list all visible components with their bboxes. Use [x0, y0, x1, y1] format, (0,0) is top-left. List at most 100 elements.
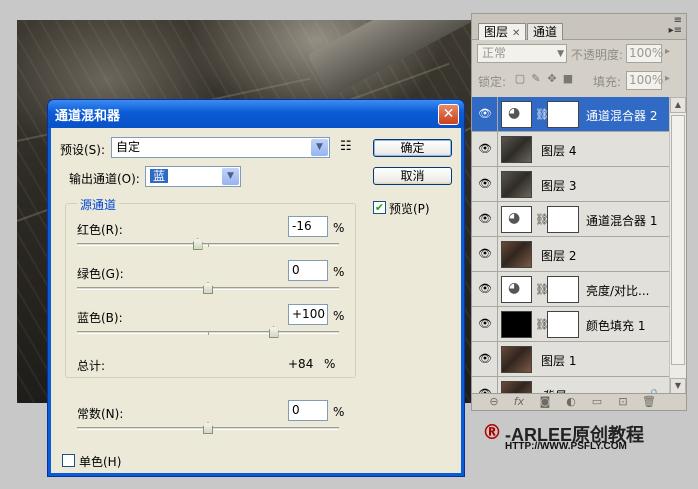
output-channel-select[interactable]: 蓝 ▼	[145, 166, 241, 187]
layer-row[interactable]: 👁 图层 1	[472, 342, 669, 377]
chevron-down-icon: ▼	[311, 139, 328, 156]
adjustment-layer-icon[interactable]: ◕	[501, 206, 532, 233]
fill-arrow-icon[interactable]: ▸	[665, 73, 670, 84]
constant-slider-thumb[interactable]	[203, 422, 213, 434]
scroll-down-icon[interactable]: ▼	[670, 378, 686, 394]
tab-layers[interactable]: 图层 ✕	[478, 23, 527, 40]
panel-menu-icon[interactable]: ≡ ▸≡	[669, 16, 682, 36]
watermark-logo: ®	[482, 420, 502, 444]
layer-row[interactable]: 👁 图层 4	[472, 132, 669, 167]
new-layer-icon[interactable]: ⊡	[616, 395, 630, 408]
layer-name: 亮度/对比...	[586, 284, 650, 298]
fx-icon[interactable]: fx	[512, 395, 526, 408]
opacity-arrow-icon[interactable]: ▸	[665, 46, 670, 57]
eye-icon[interactable]: 👁	[475, 210, 495, 228]
blue-input[interactable]: +100	[288, 304, 328, 325]
layer-row[interactable]: 👁背景🔒	[472, 377, 669, 394]
layer-mask-thumbnail[interactable]	[547, 276, 579, 303]
constant-percent: %	[333, 405, 345, 419]
eye-icon[interactable]: 👁	[475, 175, 495, 193]
tab-channels[interactable]: 通道	[527, 23, 564, 40]
layer-row[interactable]: 👁 ⛓ 颜色填充 1	[472, 307, 669, 342]
adjustment-layer-icon[interactable]: ◕	[501, 101, 532, 128]
preset-select[interactable]: 自定 ▼	[111, 137, 330, 158]
eye-icon[interactable]: 👁	[475, 315, 495, 333]
layer-row[interactable]: 👁 ◕ ⛓ 通道混合器 2	[472, 97, 669, 132]
eye-icon[interactable]: 👁	[475, 105, 495, 123]
green-input[interactable]: 0	[288, 260, 328, 281]
layer-row[interactable]: 👁 ◕ ⛓ 通道混合器 1	[472, 202, 669, 237]
ok-button[interactable]: 确定	[373, 139, 452, 157]
scroll-up-icon[interactable]: ▲	[670, 97, 686, 113]
layer-divider	[497, 272, 498, 307]
link-layers-icon[interactable]: ⊖	[487, 395, 501, 408]
layer-divider	[497, 307, 498, 342]
red-input[interactable]: -16	[288, 216, 328, 237]
layers-list: 👁 ◕ ⛓ 通道混合器 2 👁 图层 4 👁 图层 3 👁 ◕ ⛓ 通道混合器 1 👁 图层 2 👁 ◕ ⛓ 亮度…	[472, 97, 669, 394]
eye-icon[interactable]: 👁	[475, 350, 495, 368]
monochrome-label: 单色(H)	[79, 455, 122, 469]
opacity-input[interactable]: 100%	[626, 44, 664, 63]
close-button[interactable]: ✕	[438, 104, 459, 125]
preset-options-icon[interactable]: ☷	[340, 139, 352, 154]
layers-scrollbar[interactable]: ▲ ▼	[669, 97, 686, 394]
adjustment-layer-icon[interactable]: ◐	[564, 395, 578, 408]
layer-thumbnail[interactable]	[501, 346, 532, 373]
layer-name: 通道混合器 1	[586, 214, 658, 228]
lock-label: 锁定:	[478, 75, 507, 89]
adjustment-layer-icon[interactable]: ◕	[501, 276, 532, 303]
output-channel-value: 蓝	[150, 169, 169, 183]
lock-all-icon[interactable]: ■	[562, 73, 574, 85]
add-mask-icon[interactable]: ◙	[538, 395, 552, 408]
opacity-value: 100%	[629, 46, 664, 60]
layer-mask-thumbnail[interactable]	[547, 311, 579, 338]
layer-mask-thumbnail[interactable]	[547, 101, 579, 128]
lock-transparency-icon[interactable]: ▢	[514, 73, 526, 85]
lock-pixels-icon[interactable]: ✎	[530, 73, 542, 85]
fill-layer-thumbnail[interactable]	[501, 311, 532, 338]
layer-mask-thumbnail[interactable]	[547, 206, 579, 233]
panel-tabs: 图层 ✕ 通道 ≡ ▸≡	[472, 14, 686, 40]
close-icon[interactable]: ✕	[512, 28, 520, 39]
preview-checkbox[interactable]: ✔	[373, 201, 386, 214]
layer-name: 通道混合器 2	[586, 109, 658, 123]
tab-channels-label: 通道	[533, 25, 558, 39]
new-group-icon[interactable]: ▭	[590, 395, 604, 408]
layer-thumbnail[interactable]	[501, 171, 532, 198]
monochrome-checkbox[interactable]	[62, 454, 75, 467]
layer-name: 图层 2	[541, 249, 577, 263]
eye-icon[interactable]: 👁	[475, 245, 495, 263]
layer-divider	[497, 377, 498, 394]
opacity-label: 不透明度:	[571, 48, 624, 62]
layer-name: 颜色填充 1	[586, 319, 646, 333]
layer-row[interactable]: 👁 ◕ ⛓ 亮度/对比...	[472, 272, 669, 307]
layer-row[interactable]: 👁 图层 3	[472, 167, 669, 202]
total-percent: %	[324, 357, 336, 371]
constant-input[interactable]: 0	[288, 400, 328, 421]
eye-icon[interactable]: 👁	[475, 280, 495, 298]
layer-divider	[497, 342, 498, 377]
scrollbar-thumb[interactable]	[671, 115, 685, 365]
layer-name: 图层 4	[541, 144, 577, 158]
layer-divider	[497, 132, 498, 167]
layer-name: 图层 1	[541, 354, 577, 368]
layer-thumbnail[interactable]	[501, 241, 532, 268]
chevron-down-icon: ▼	[557, 49, 564, 59]
layer-row[interactable]: 👁 图层 2	[472, 237, 669, 272]
panel-bottom-bar: ⊖ fx ◙ ◐ ▭ ⊡ 🗑	[472, 393, 686, 410]
lock-position-icon[interactable]: ✥	[546, 73, 558, 85]
trash-icon[interactable]: 🗑	[642, 395, 656, 408]
red-percent: %	[333, 221, 345, 235]
blue-slider-tick	[208, 331, 209, 335]
dialog-titlebar[interactable]: 通道混和器	[48, 100, 464, 128]
fill-value: 100%	[629, 73, 664, 87]
dialog-body: 预设(S): 自定 ▼ ☷ 输出通道(O): 蓝 ▼ 确定 取消 ✔ 预览(P)…	[51, 128, 461, 473]
output-channel-label: 输出通道(O):	[69, 172, 140, 186]
fill-input[interactable]: 100%	[626, 71, 664, 90]
layer-thumbnail[interactable]	[501, 136, 532, 163]
eye-icon[interactable]: 👁	[475, 140, 495, 158]
cancel-button[interactable]: 取消	[373, 167, 452, 185]
total-value: +84	[288, 357, 314, 371]
blend-mode-select[interactable]: 正常 ▼	[477, 44, 567, 63]
fill-label: 填充:	[593, 75, 622, 89]
